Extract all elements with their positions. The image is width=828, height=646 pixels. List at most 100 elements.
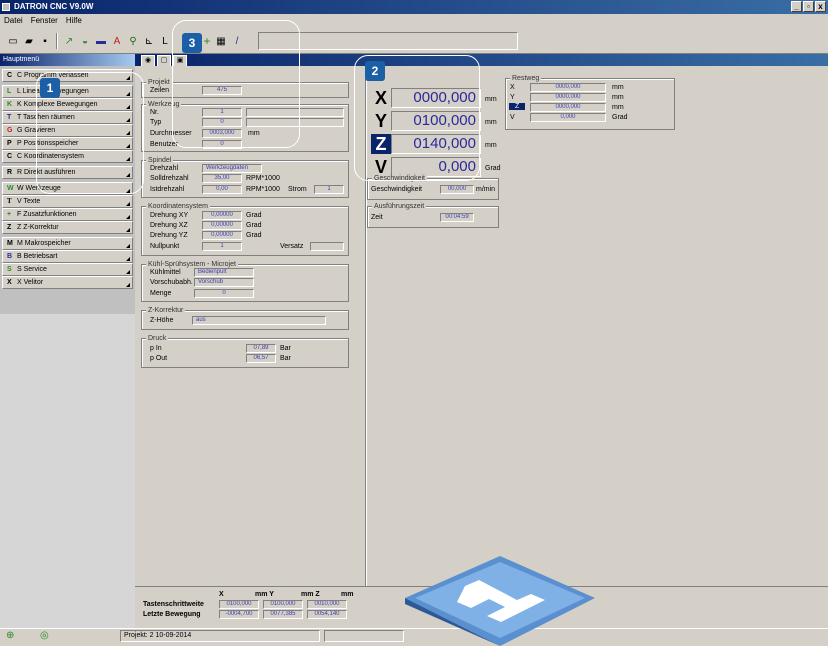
label-z-hoehe: Z-Höhe	[150, 317, 174, 324]
menu-datei[interactable]: Datei	[4, 14, 23, 28]
submenu-arrow-icon	[126, 244, 130, 248]
label-drehung-xz: Drehung XZ	[150, 222, 188, 229]
toolbar-separator	[56, 33, 58, 49]
sidebar-item-label: V Texte	[17, 198, 41, 205]
restweg-axis-y: Y	[510, 94, 515, 101]
field-solldrehzahl: 35,00	[202, 174, 242, 183]
group-spindel: Spindel Drehzahl Werkzeugdaten Solldrehz…	[141, 157, 349, 198]
window-title-bar: DATRON CNC V9.0W _ ▫ x	[0, 0, 828, 14]
velitor-icon: X	[7, 279, 12, 286]
sidebar-item-service[interactable]: S S Service	[2, 263, 133, 276]
tab-window[interactable]: ▢	[157, 55, 171, 66]
field-z-hoehe: aus	[192, 316, 326, 325]
arc-tool-icon[interactable]: ◒	[78, 34, 92, 48]
jog-header-y: mm Y	[255, 591, 274, 598]
h-logo	[405, 556, 595, 646]
submenu-arrow-icon	[126, 202, 130, 206]
sidebar-empty-area	[0, 314, 135, 642]
position-icon: P	[7, 140, 12, 147]
label-geschwindigkeit: Geschwindigkeit	[371, 186, 422, 193]
position-unit-y: mm	[485, 119, 497, 126]
group-geschwindigkeit: Geschwindigkeit Geschwindigkeit 00,000 m…	[367, 175, 499, 200]
field-menge: 0	[194, 289, 254, 298]
menu-fenster[interactable]: Fenster	[31, 14, 58, 28]
status-project: Projekt: 2 10-09-2014	[120, 630, 320, 642]
position-unit-x: mm	[485, 96, 497, 103]
save-icon[interactable]: ▪	[38, 34, 52, 48]
new-file-icon[interactable]: ▭	[6, 34, 20, 48]
status-ok-icon: ⊕	[6, 630, 15, 641]
field-tasten-z[interactable]: 0010,000	[307, 600, 347, 609]
sidebar-item-velitor[interactable]: X X Velitor	[2, 276, 133, 289]
restweg-axis-x: X	[510, 84, 515, 91]
label-drehung-yz: Drehung YZ	[150, 232, 188, 239]
engrave-icon: G	[7, 127, 13, 134]
group-title: Ausführungszeit	[372, 203, 427, 210]
direct-tool-icon[interactable]: L	[158, 34, 172, 48]
sidebar-item-mode[interactable]: B B Betriebsart	[2, 250, 133, 263]
label-nr: Nr.	[150, 109, 159, 116]
field-drehung-yz: 0,00000	[202, 231, 242, 240]
unit-m-min: m/min	[476, 186, 496, 193]
sidebar-item-extra-functions[interactable]: + F Zusatzfunktionen	[2, 208, 133, 221]
tab-status[interactable]: ◉	[141, 55, 155, 66]
label-typ: Typ	[150, 119, 162, 126]
group-title: Z-Korrektur	[146, 307, 186, 314]
status-pane	[324, 630, 404, 642]
unit-bar: Bar	[280, 355, 291, 362]
minimize-button[interactable]: _	[791, 1, 802, 12]
sidebar-header: Hauptmenü	[0, 54, 135, 66]
submenu-arrow-icon	[126, 228, 130, 232]
group-kuehlsystem: Kühl-Sprühsystem - Microjet Kühlmittel B…	[141, 261, 349, 302]
group-title: Druck	[146, 335, 169, 342]
sidebar-item-z-correction[interactable]: Z Z Z-Korrektur	[2, 221, 133, 234]
menu-hilfe[interactable]: Hilfe	[66, 14, 82, 28]
group-druck: Druck p In 07,89 Bar p Out 06,57 Bar	[141, 335, 349, 368]
pocket-tool-icon[interactable]: ▬	[94, 34, 108, 48]
field-tasten-y[interactable]: 0100,000	[263, 600, 303, 609]
field-drehzahl: Werkzeugdaten	[202, 164, 262, 173]
arc-icon: K	[7, 101, 13, 108]
open-file-icon[interactable]: ▰	[22, 34, 36, 48]
sidebar-item-macros[interactable]: M M Makrospeicher	[2, 237, 133, 250]
field-tasten-x[interactable]: 0100,000	[219, 600, 259, 609]
field-versatz	[310, 242, 344, 251]
field-letzte-z: 0054,140	[307, 610, 347, 619]
unit-grad: Grad	[246, 222, 262, 229]
unit-grad: Grad	[246, 232, 262, 239]
unit-bar: Bar	[280, 345, 291, 352]
group-z-korrektur: Z-Korrektur Z-Höhe aus	[141, 307, 349, 330]
sidebar-item-label: X Velitor	[17, 279, 44, 286]
text-icon: T	[7, 197, 12, 205]
field-letzte-x: -0004,700	[219, 610, 259, 619]
service-icon: S	[7, 266, 12, 273]
callout-badge-1: 1	[40, 78, 60, 98]
maximize-button[interactable]: ▫	[803, 1, 814, 12]
position-tool-icon[interactable]: ⚲	[126, 34, 140, 48]
label-strom: Strom	[288, 186, 307, 193]
field-zeit: 00:04:59	[440, 213, 474, 222]
close-button[interactable]: x	[815, 1, 826, 12]
coordinate-icon: C	[7, 153, 13, 160]
line-tool-icon[interactable]: ↗	[62, 34, 76, 48]
status-device-icon: ◎	[40, 630, 49, 641]
field-drehung-xz: 0,00000	[202, 221, 242, 230]
field-p-out: 06,57	[246, 354, 276, 363]
sidebar-item-texts[interactable]: T V Texte	[2, 195, 133, 208]
macro-icon: M	[7, 240, 13, 247]
toolbar: ▭ ▰ ▪ ↗ ◒ ▬ A ⚲ ⊾ L + ▦ /	[0, 28, 828, 54]
program-exit-icon: C	[7, 72, 13, 79]
jog-header-x: X	[219, 591, 224, 598]
line-icon: L	[7, 88, 12, 95]
coordinate-tool-icon[interactable]: ⊾	[142, 34, 156, 48]
group-ausfuehrungszeit: Ausführungszeit Zeit 00:04:59	[367, 203, 499, 228]
group-koordinatensystem: Koordinatensystem Drehung XY 0,00000 Gra…	[141, 203, 349, 256]
plus-icon: +	[7, 211, 12, 218]
sidebar-item-label: Z Z-Korrektur	[17, 224, 59, 231]
group-restweg: Restweg X 0000,000 mm Y 0000,000 mm Z 00…	[505, 75, 675, 130]
label-menge: Menge	[150, 290, 172, 297]
field-drehung-xy: 0,00000	[202, 211, 242, 220]
jog-header-mm: mm	[341, 591, 354, 598]
engrave-tool-icon[interactable]: A	[110, 34, 124, 48]
label-tastenschrittweite: Tastenschrittweite	[143, 601, 204, 608]
